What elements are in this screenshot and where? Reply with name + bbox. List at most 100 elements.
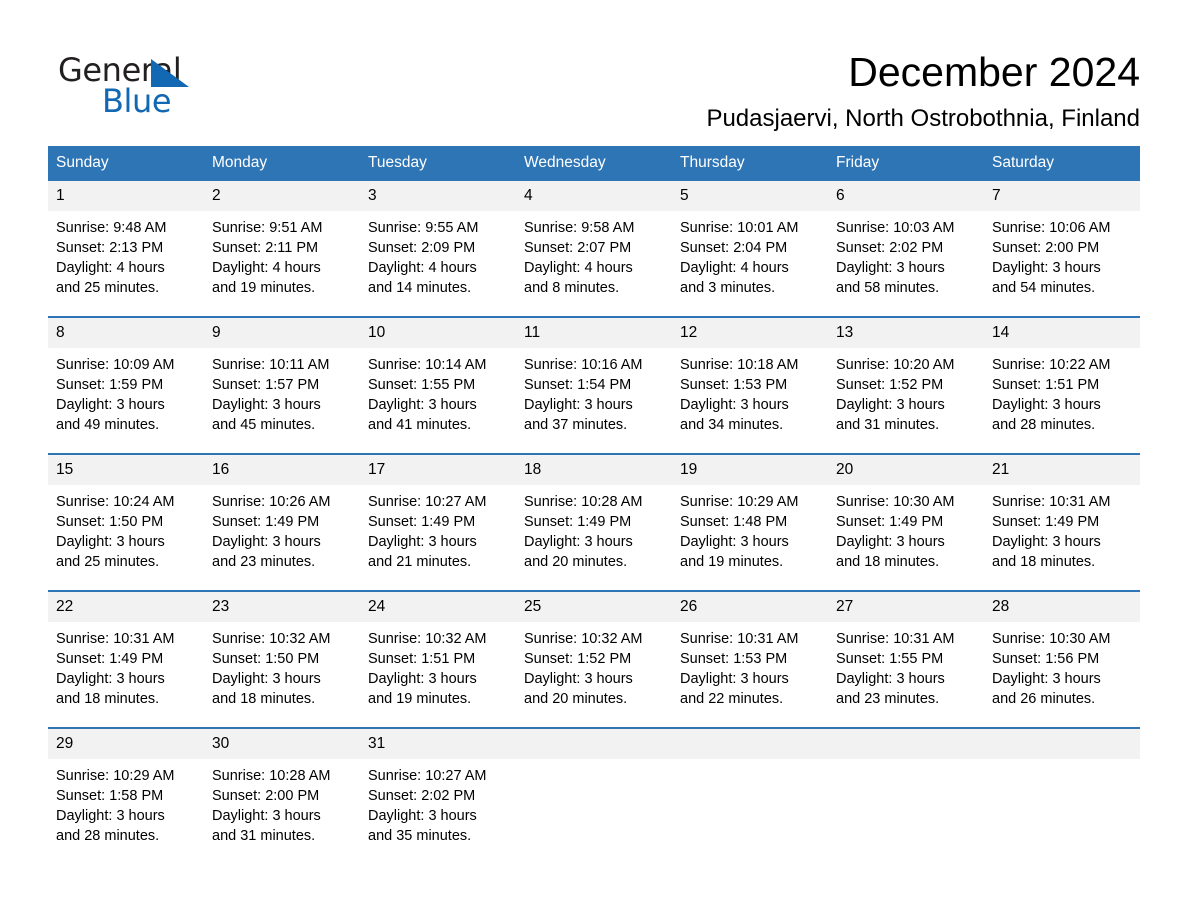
calendar-day-cell[interactable]: 8 Sunrise: 10:09 AM Sunset: 1:59 PM Dayligh… [48, 316, 204, 454]
logo-text-blue: Blue [102, 82, 172, 120]
sunset-text: Sunset: 1:49 PM [212, 514, 320, 530]
calendar-day-cell[interactable]: 12 Sunrise: 10:18 AM Sunset: 1:53 PM Daylig… [672, 316, 828, 454]
daylight-text-line1: Daylight: 3 hours [680, 671, 789, 687]
day-details: Sunrise: 10:18 AM Sunset: 1:53 PM Daylight… [672, 348, 828, 435]
calendar-day-cell[interactable]: 5 Sunrise: 10:01 AM Sunset: 2:04 PM Dayligh… [672, 181, 828, 317]
sunrise-text: Sunrise: 10:24 AM [56, 494, 175, 510]
calendar-day-cell[interactable]: 13 Sunrise: 10:20 AM Sunset: 1:52 PM Daylig… [828, 316, 984, 454]
daylight-text-line1: Daylight: 3 hours [836, 397, 945, 413]
calendar-day-cell[interactable]: 25 Sunrise: 10:32 AM Sunset: 1:52 PM Daylig… [516, 590, 672, 728]
calendar-day-cell-empty [828, 727, 984, 864]
weekday-header-row: Sunday Monday Tuesday Wednesday Thursday… [48, 146, 1140, 181]
daylight-text-line2: and 19 minutes. [212, 280, 316, 296]
daylight-text-line1: Daylight: 4 hours [212, 260, 321, 276]
sunset-text: Sunset: 1:48 PM [680, 514, 788, 530]
daylight-text-line1: Daylight: 3 hours [524, 534, 633, 550]
daylight-text-line1: Daylight: 3 hours [992, 671, 1101, 687]
calendar-day-cell[interactable]: 28 Sunrise: 10:30 AM Sunset: 1:56 PM Daylig… [984, 590, 1140, 728]
daylight-text-line1: Daylight: 3 hours [212, 671, 321, 687]
sunset-text: Sunset: 2:02 PM [836, 240, 944, 256]
day-number [672, 729, 828, 759]
sunset-text: Sunset: 1:51 PM [992, 377, 1100, 393]
sunrise-text: Sunrise: 10:29 AM [680, 494, 799, 510]
day-details: Sunrise: 10:31 AM Sunset: 1:49 PM Daylight… [984, 485, 1140, 572]
calendar-day-cell[interactable]: 31 Sunrise: 10:27 AM Sunset: 2:02 PM Daylig… [360, 727, 516, 864]
day-number: 30 [204, 729, 360, 759]
calendar-day-cell[interactable]: 10 Sunrise: 10:14 AM Sunset: 1:55 PM Daylig… [360, 316, 516, 454]
daylight-text-line1: Daylight: 4 hours [680, 260, 789, 276]
calendar-day-cell[interactable]: 11 Sunrise: 10:16 AM Sunset: 1:54 PM Daylig… [516, 316, 672, 454]
calendar-day-cell[interactable]: 30 Sunrise: 10:28 AM Sunset: 2:00 PM Daylig… [204, 727, 360, 864]
daylight-text-line2: and 18 minutes. [212, 691, 316, 707]
sunrise-text: Sunrise: 9:55 AM [368, 220, 479, 236]
day-number: 7 [984, 181, 1140, 211]
sunset-text: Sunset: 1:53 PM [680, 377, 788, 393]
generalblue-logo[interactable]: General Blue [48, 46, 198, 118]
daylight-text-line1: Daylight: 3 hours [836, 671, 945, 687]
day-number: 21 [984, 455, 1140, 485]
calendar-day-cell[interactable]: 16 Sunrise: 10:26 AM Sunset: 1:49 PM Daylig… [204, 453, 360, 591]
sunrise-text: Sunrise: 10:32 AM [212, 631, 331, 647]
sunset-text: Sunset: 2:00 PM [212, 788, 320, 804]
calendar-day-cell[interactable]: 1 Sunrise: 9:48 AM Sunset: 2:13 PM Daylight… [48, 181, 204, 317]
calendar-day-cell[interactable]: 24 Sunrise: 10:32 AM Sunset: 1:51 PM Daylig… [360, 590, 516, 728]
sunset-text: Sunset: 1:57 PM [212, 377, 320, 393]
calendar-day-cell[interactable]: 27 Sunrise: 10:31 AM Sunset: 1:55 PM Daylig… [828, 590, 984, 728]
calendar-day-cell-empty [672, 727, 828, 864]
calendar-page: General Blue December 2024 Pudasjaervi, … [0, 0, 1188, 918]
calendar-day-cell-empty [516, 727, 672, 864]
day-details: Sunrise: 10:26 AM Sunset: 1:49 PM Daylight… [204, 485, 360, 572]
day-details: Sunrise: 10:09 AM Sunset: 1:59 PM Daylight… [48, 348, 204, 435]
daylight-text-line2: and 41 minutes. [368, 417, 472, 433]
day-number: 27 [828, 592, 984, 622]
calendar-day-cell[interactable]: 4 Sunrise: 9:58 AM Sunset: 2:07 PM Daylight… [516, 181, 672, 317]
calendar-day-cell[interactable]: 3 Sunrise: 9:55 AM Sunset: 2:09 PM Daylight… [360, 181, 516, 317]
calendar-day-cell[interactable]: 22 Sunrise: 10:31 AM Sunset: 1:49 PM Daylig… [48, 590, 204, 728]
calendar-day-cell[interactable]: 2 Sunrise: 9:51 AM Sunset: 2:11 PM Daylight… [204, 181, 360, 317]
daylight-text-line2: and 54 minutes. [992, 280, 1096, 296]
calendar-day-cell[interactable]: 14 Sunrise: 10:22 AM Sunset: 1:51 PM Daylig… [984, 316, 1140, 454]
calendar-day-cell[interactable]: 18 Sunrise: 10:28 AM Sunset: 1:49 PM Daylig… [516, 453, 672, 591]
calendar-day-cell[interactable]: 21 Sunrise: 10:31 AM Sunset: 1:49 PM Daylig… [984, 453, 1140, 591]
sunrise-text: Sunrise: 10:28 AM [212, 768, 331, 784]
day-details: Sunrise: 10:29 AM Sunset: 1:48 PM Daylight… [672, 485, 828, 572]
day-number: 26 [672, 592, 828, 622]
day-number: 18 [516, 455, 672, 485]
day-details: Sunrise: 10:24 AM Sunset: 1:50 PM Daylight… [48, 485, 204, 572]
day-number: 22 [48, 592, 204, 622]
calendar-day-cell[interactable]: 26 Sunrise: 10:31 AM Sunset: 1:53 PM Daylig… [672, 590, 828, 728]
daylight-text-line1: Daylight: 3 hours [368, 671, 477, 687]
daylight-text-line2: and 28 minutes. [56, 828, 160, 844]
calendar-day-cell[interactable]: 15 Sunrise: 10:24 AM Sunset: 1:50 PM Daylig… [48, 453, 204, 591]
day-number: 6 [828, 181, 984, 211]
calendar-day-cell[interactable]: 9 Sunrise: 10:11 AM Sunset: 1:57 PM Dayligh… [204, 316, 360, 454]
daylight-text-line2: and 34 minutes. [680, 417, 784, 433]
sunrise-text: Sunrise: 10:30 AM [836, 494, 955, 510]
day-number: 13 [828, 318, 984, 348]
calendar-head: Sunday Monday Tuesday Wednesday Thursday… [48, 146, 1140, 181]
sunset-text: Sunset: 1:55 PM [368, 377, 476, 393]
day-number: 24 [360, 592, 516, 622]
day-number [516, 729, 672, 759]
sunrise-text: Sunrise: 10:31 AM [992, 494, 1111, 510]
calendar-day-cell[interactable]: 19 Sunrise: 10:29 AM Sunset: 1:48 PM Daylig… [672, 453, 828, 591]
daylight-text-line2: and 26 minutes. [992, 691, 1096, 707]
day-details: Sunrise: 10:16 AM Sunset: 1:54 PM Daylight… [516, 348, 672, 435]
calendar-day-cell[interactable]: 17 Sunrise: 10:27 AM Sunset: 1:49 PM Daylig… [360, 453, 516, 591]
calendar-day-cell[interactable]: 7 Sunrise: 10:06 AM Sunset: 2:00 PM Dayligh… [984, 181, 1140, 317]
daylight-text-line1: Daylight: 3 hours [836, 260, 945, 276]
calendar-day-cell[interactable]: 20 Sunrise: 10:30 AM Sunset: 1:49 PM Daylig… [828, 453, 984, 591]
calendar-day-cell[interactable]: 23 Sunrise: 10:32 AM Sunset: 1:50 PM Daylig… [204, 590, 360, 728]
day-details: Sunrise: 10:06 AM Sunset: 2:00 PM Daylight… [984, 211, 1140, 298]
sunrise-text: Sunrise: 10:16 AM [524, 357, 643, 373]
calendar-day-cell[interactable]: 29 Sunrise: 10:29 AM Sunset: 1:58 PM Daylig… [48, 727, 204, 864]
calendar-day-cell[interactable]: 6 Sunrise: 10:03 AM Sunset: 2:02 PM Dayligh… [828, 181, 984, 317]
day-number: 4 [516, 181, 672, 211]
page-subtitle: Pudasjaervi, North Ostrobothnia, Finland [706, 105, 1140, 132]
calendar-week-row: 22 Sunrise: 10:31 AM Sunset: 1:49 PM Daylig… [48, 590, 1140, 728]
daylight-text-line2: and 19 minutes. [368, 691, 472, 707]
daylight-text-line2: and 37 minutes. [524, 417, 628, 433]
daylight-text-line1: Daylight: 3 hours [368, 534, 477, 550]
day-details: Sunrise: 10:30 AM Sunset: 1:49 PM Daylight… [828, 485, 984, 572]
day-details: Sunrise: 10:28 AM Sunset: 2:00 PM Daylight… [204, 759, 360, 846]
